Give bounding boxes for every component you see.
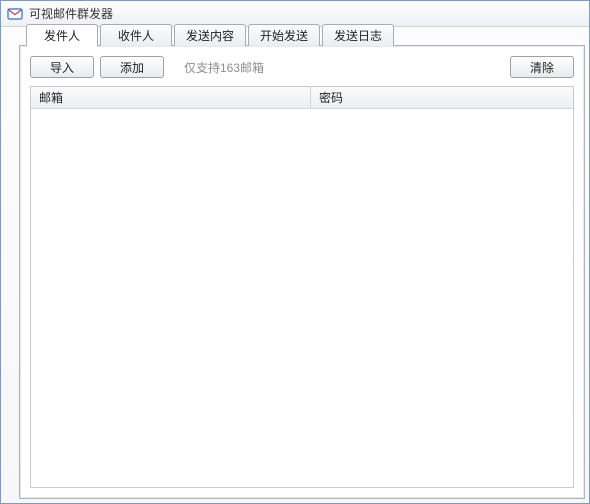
app-title: 可视邮件群发器 (29, 5, 113, 22)
tab-label: 发送内容 (186, 27, 234, 44)
tab-log[interactable]: 发送日志 (322, 24, 394, 46)
col-header-email[interactable]: 邮箱 (31, 87, 311, 108)
button-label: 导入 (50, 59, 74, 76)
table-body[interactable] (31, 109, 573, 487)
add-button[interactable]: 添加 (100, 56, 164, 78)
tab-label: 开始发送 (260, 27, 308, 44)
clear-button[interactable]: 清除 (510, 56, 574, 78)
col-label: 密码 (319, 89, 343, 106)
toolbar: 导入 添加 仅支持163邮箱 清除 (30, 54, 574, 80)
senders-table: 邮箱 密码 (30, 86, 574, 488)
table-header: 邮箱 密码 (31, 87, 573, 109)
tab-send[interactable]: 开始发送 (248, 24, 320, 46)
button-label: 清除 (530, 59, 554, 76)
tab-senders[interactable]: 发件人 (26, 24, 98, 46)
client-area: 发件人 收件人 发送内容 开始发送 发送日志 导入 添加 (19, 45, 585, 499)
col-label: 邮箱 (39, 89, 63, 106)
import-button[interactable]: 导入 (30, 56, 94, 78)
mail-icon (7, 6, 23, 22)
tab-content[interactable]: 发送内容 (174, 24, 246, 46)
button-label: 添加 (120, 59, 144, 76)
col-header-password[interactable]: 密码 (311, 87, 573, 108)
tab-label: 收件人 (118, 27, 154, 44)
app-window: 可视邮件群发器 发件人 收件人 发送内容 开始发送 发送日志 导入 (0, 0, 590, 504)
hint-text: 仅支持163邮箱 (184, 59, 504, 76)
tab-recipients[interactable]: 收件人 (100, 24, 172, 46)
tab-label: 发件人 (44, 27, 80, 44)
tab-bar: 发件人 收件人 发送内容 开始发送 发送日志 (26, 24, 396, 46)
tab-label: 发送日志 (334, 27, 382, 44)
tabpage-senders: 导入 添加 仅支持163邮箱 清除 邮箱 密码 (20, 46, 584, 498)
